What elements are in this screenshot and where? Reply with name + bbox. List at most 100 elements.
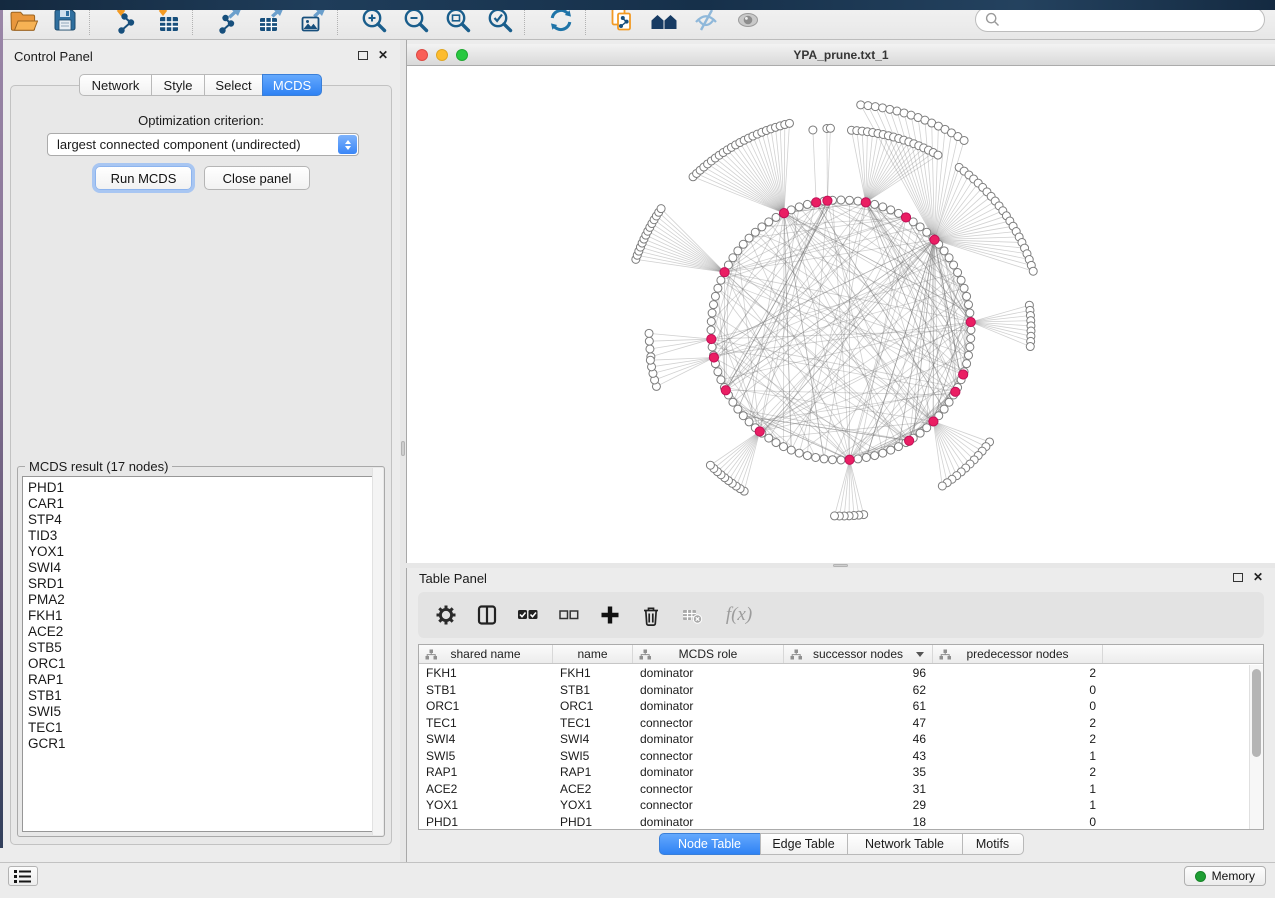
mcds-result-list[interactable]: PHD1CAR1STP4TID3YOX1SWI4SRD1PMA2FKH1ACE2… [22,476,380,832]
graph-node[interactable] [734,405,742,413]
mcds-result-item[interactable]: CAR1 [23,496,379,512]
mcds-result-item[interactable]: ORC1 [23,656,379,672]
column-header-successor-nodes[interactable]: successor nodes [784,645,933,663]
graph-leaf-node[interactable] [645,329,653,337]
mcds-result-item[interactable]: STP4 [23,512,379,528]
table-cell[interactable]: ACE2 [553,782,633,796]
graph-leaf-node[interactable] [809,126,817,134]
table-cell[interactable]: connector [633,716,784,730]
graph-hub-node[interactable] [709,353,718,362]
delete-column-trash-icon[interactable] [639,603,663,627]
table-cell[interactable]: SWI5 [419,749,553,763]
mcds-result-item[interactable]: TEC1 [23,720,379,736]
graph-hub-node[interactable] [812,198,821,207]
graph-node[interactable] [803,200,811,208]
table-row[interactable]: PHD1PHD1dominator180 [419,814,1249,830]
graph-hub-node[interactable] [861,198,870,207]
mcds-result-item[interactable]: STB5 [23,640,379,656]
column-header-mcds-role[interactable]: MCDS role [633,645,784,663]
mcds-result-item[interactable]: TID3 [23,528,379,544]
graph-node[interactable] [916,429,924,437]
table-row[interactable]: SWI4SWI4dominator462 [419,731,1249,748]
table-cell[interactable]: ACE2 [419,782,553,796]
graph-node[interactable] [879,203,887,211]
table-row[interactable]: SWI5SWI5connector431 [419,748,1249,765]
network-canvas[interactable] [407,66,1275,562]
graph-node[interactable] [960,284,968,292]
table-cell[interactable]: FKH1 [553,666,633,680]
table-cell[interactable]: YOX1 [553,798,633,812]
table-cell[interactable]: 1 [933,798,1103,812]
window-zoom-button[interactable] [456,49,468,61]
graph-node[interactable] [787,446,795,454]
table-cell[interactable]: SWI5 [553,749,633,763]
table-cell[interactable]: dominator [633,699,784,713]
graph-node[interactable] [707,326,715,334]
graph-node[interactable] [854,455,862,463]
graph-hub-node[interactable] [720,268,729,277]
graph-node[interactable] [887,446,895,454]
close-panel-icon[interactable]: ✕ [378,50,388,60]
graph-leaf-node[interactable] [645,337,653,345]
graph-node[interactable] [837,456,845,464]
table-cell[interactable]: 46 [784,732,933,746]
graph-node[interactable] [963,360,971,368]
graph-node[interactable] [758,223,766,231]
table-cell[interactable]: STB1 [419,683,553,697]
graph-node[interactable] [923,424,931,432]
graph-node[interactable] [871,452,879,460]
graph-node[interactable] [940,405,948,413]
table-scrollbar[interactable] [1249,665,1263,829]
graph-node[interactable] [729,254,737,262]
graph-node[interactable] [871,200,879,208]
table-cell[interactable]: dominator [633,666,784,680]
graph-node[interactable] [894,443,902,451]
graph-leaf-node[interactable] [857,101,865,109]
graph-hub-node[interactable] [779,209,788,218]
table-row[interactable]: FKH1FKH1dominator962 [419,665,1249,682]
graph-node[interactable] [965,301,973,309]
table-cell[interactable]: TEC1 [553,716,633,730]
graph-node[interactable] [711,292,719,300]
graph-hub-node[interactable] [959,370,968,379]
graph-leaf-node[interactable] [826,124,834,132]
graph-node[interactable] [765,218,773,226]
graph-node[interactable] [772,213,780,221]
mcds-list-scrollbar[interactable] [372,468,383,835]
graph-leaf-node[interactable] [938,482,946,490]
graph-hub-node[interactable] [966,317,975,326]
table-cell[interactable]: 62 [784,683,933,697]
network-window-titlebar[interactable]: YPA_prune.txt_1 [407,44,1275,66]
graph-hub-node[interactable] [929,417,938,426]
table-cell[interactable]: 35 [784,765,933,779]
graph-node[interactable] [707,317,715,325]
graph-node[interactable] [846,196,854,204]
column-header-name[interactable]: name [553,645,633,663]
graph-node[interactable] [717,376,725,384]
mcds-result-item[interactable]: STB1 [23,688,379,704]
add-column-icon[interactable] [598,603,622,627]
table-cell[interactable]: TEC1 [419,716,553,730]
graph-hub-node[interactable] [845,455,854,464]
mcds-result-item[interactable]: SWI5 [23,704,379,720]
table-cell[interactable]: RAP1 [419,765,553,779]
graph-node[interactable] [795,449,803,457]
graph-leaf-node[interactable] [934,151,942,159]
table-cell[interactable]: connector [633,798,784,812]
table-cell[interactable]: 0 [933,683,1103,697]
table-cell[interactable]: 0 [933,815,1103,829]
mcds-result-item[interactable]: ACE2 [23,624,379,640]
splitter-grip[interactable] [833,564,848,567]
graph-node[interactable] [967,326,975,334]
graph-node[interactable] [940,247,948,255]
table-cell[interactable]: FKH1 [419,666,553,680]
scrollbar-thumb[interactable] [1252,669,1261,757]
table-cell[interactable]: RAP1 [553,765,633,779]
table-cell[interactable]: dominator [633,815,784,829]
table-cell[interactable]: SWI4 [553,732,633,746]
graph-leaf-node[interactable] [960,136,968,144]
table-cell[interactable]: 2 [933,732,1103,746]
table-cell[interactable]: 29 [784,798,933,812]
tab-node-table[interactable]: Node Table [659,833,761,855]
graph-leaf-node[interactable] [864,102,872,110]
